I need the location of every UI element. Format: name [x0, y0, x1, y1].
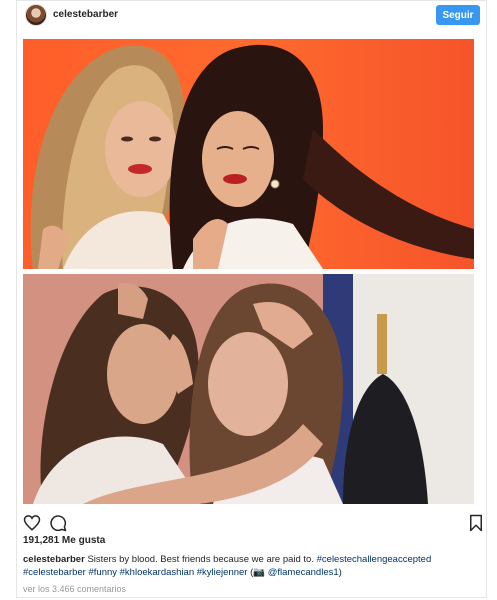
mention-link[interactable]: @flamecandles1: [268, 567, 339, 578]
action-bar: [17, 511, 486, 533]
photo-top-illustration: [30, 44, 474, 269]
post-caption: celestebarber Sisters by blood. Best fri…: [23, 553, 473, 579]
post-image-bottom: [23, 274, 474, 504]
view-comments-link[interactable]: ver los 3.466 comentarios: [23, 584, 126, 594]
likes-count[interactable]: 191,281 Me gusta: [23, 535, 105, 546]
instagram-post: celestebarber Seguir 191,281 Me gusta ce…: [16, 0, 487, 598]
caption-close-paren: ): [338, 567, 342, 578]
photo-bottom-illustration: [23, 274, 474, 504]
heart-icon[interactable]: [23, 514, 41, 532]
post-image-top: [23, 39, 474, 269]
bookmark-icon[interactable]: [469, 514, 483, 532]
caption-username[interactable]: celestebarber: [23, 554, 85, 565]
comment-icon[interactable]: [49, 514, 67, 532]
avatar[interactable]: [25, 4, 47, 26]
hashtag-line-1[interactable]: #celestechallengeaccepted: [317, 554, 432, 565]
follow-button[interactable]: Seguir: [436, 5, 480, 25]
hashtag-line-2[interactable]: #celestebarber #funny #khloekardashian #…: [23, 567, 247, 578]
post-header: celestebarber Seguir: [17, 1, 486, 31]
camera-icon: (📷: [250, 567, 266, 578]
caption-text: Sisters by blood. Best friends because w…: [87, 554, 314, 565]
username-link[interactable]: celestebarber: [53, 9, 118, 20]
